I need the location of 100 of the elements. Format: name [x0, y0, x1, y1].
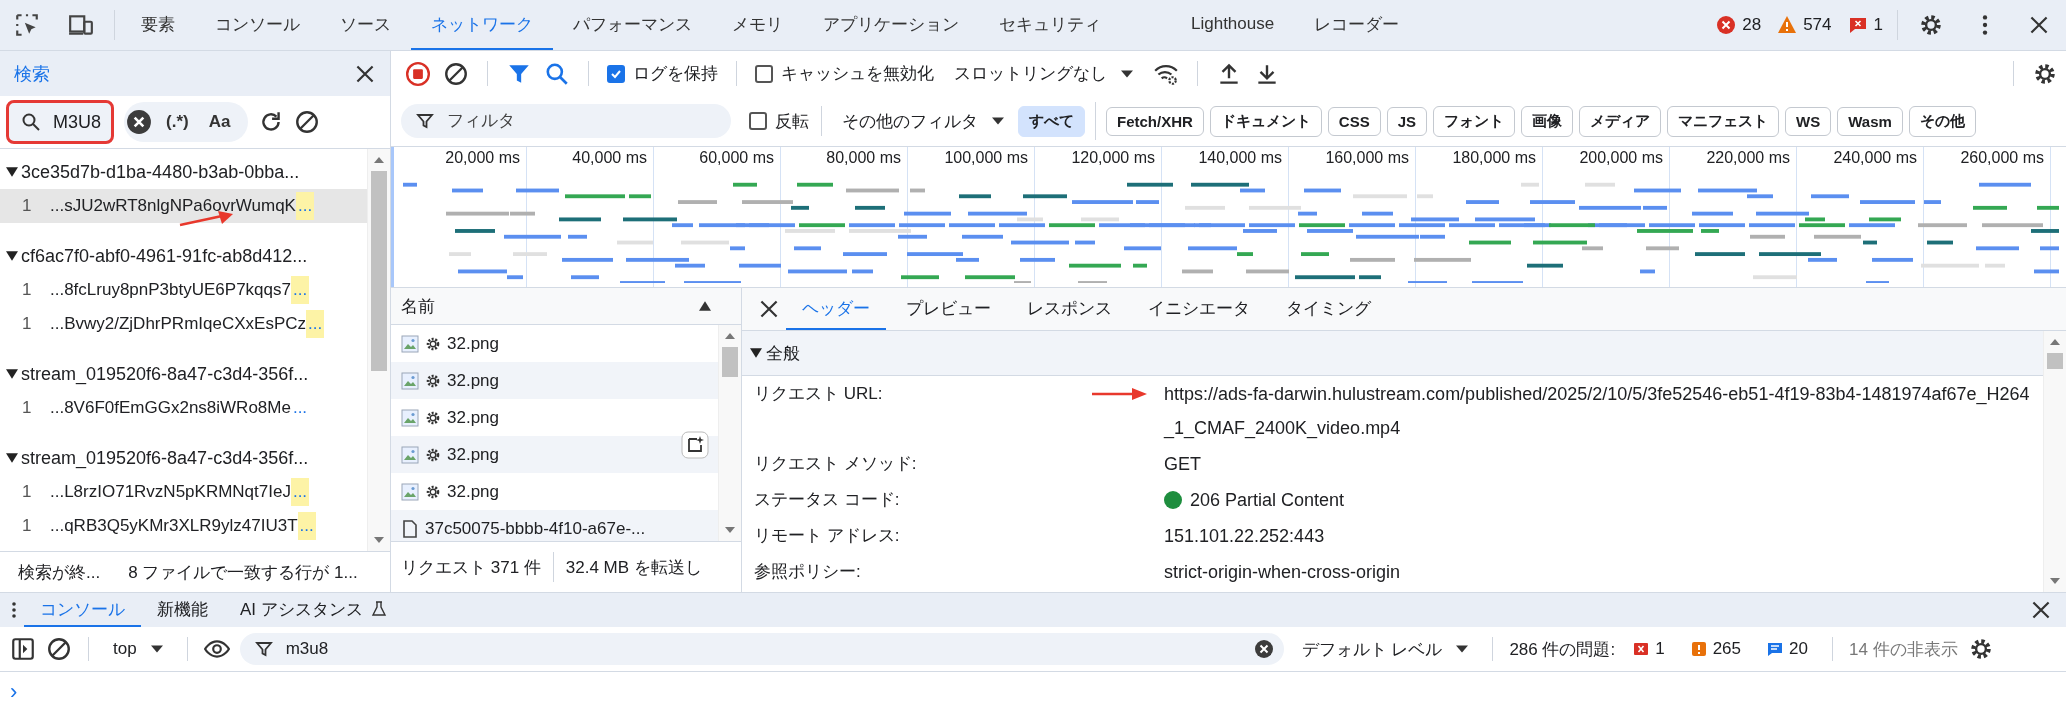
checkbox[interactable] — [755, 64, 773, 83]
drawer-tab[interactable]: 新機能 — [141, 593, 224, 627]
checkbox[interactable] — [607, 64, 625, 83]
details-tab[interactable]: レスポンス — [1011, 288, 1128, 330]
expand-triangle-icon[interactable] — [6, 166, 18, 178]
time-tick-label: 80,000 ms — [826, 149, 901, 168]
panel-tab[interactable]: 要素 — [121, 0, 195, 50]
panel-tab[interactable]: レコーダー — [1294, 0, 1420, 50]
header-value: strict-origin-when-cross-origin — [1164, 561, 1401, 584]
scroll-down-icon[interactable] — [2050, 578, 2060, 584]
result-file-name[interactable]: cf6ac7f0-abf0-4961-91fc-ab8d412... — [21, 245, 308, 267]
sort-ascending-icon[interactable] — [699, 301, 711, 311]
scroll-up-icon[interactable] — [725, 333, 735, 339]
type-filter-chip[interactable]: WS — [1785, 106, 1832, 136]
details-tab[interactable]: イニシエータ — [1132, 288, 1266, 330]
filter-field[interactable]: フィルタ — [401, 104, 731, 138]
request-count: リクエスト 371 件 — [401, 556, 541, 579]
issues-label: 286 件の問題: — [1509, 638, 1616, 661]
time-tick-label: 240,000 ms — [1833, 149, 1917, 168]
type-filter-chip[interactable]: Wasm — [1837, 106, 1903, 136]
panel-tab[interactable]: セキュリティ — [979, 0, 1121, 50]
search-result-row[interactable]: 1 ...Bvwy2/ZjDhrPRmIqeCXxEsPCz... — [0, 307, 367, 341]
scroll-up-icon[interactable] — [374, 157, 384, 163]
scroll-down-icon[interactable] — [374, 537, 384, 543]
search-result-row[interactable]: 1 ...sJU2wRT8nlgNPa6ovrWumqK... — [0, 189, 367, 223]
panel-tab[interactable]: コンソール — [195, 0, 320, 50]
type-filter-chip[interactable]: JS — [1386, 106, 1428, 136]
scrollbar-thumb[interactable] — [2047, 353, 2063, 369]
column-header[interactable]: 名前 — [401, 294, 435, 318]
request-name[interactable]: 32.png — [447, 333, 499, 354]
console-filter-field[interactable]: m3u8 — [239, 633, 1284, 665]
details-tab[interactable]: タイミング — [1270, 288, 1387, 330]
search-field[interactable]: M3U8 — [6, 100, 114, 144]
scrollbar[interactable] — [2043, 331, 2066, 592]
sparkle-button[interactable] — [681, 431, 709, 459]
settings-icon[interactable] — [1918, 12, 1944, 38]
throttling-dropdown[interactable]: スロットリングなし — [946, 62, 1141, 85]
request-name[interactable]: 32.png — [447, 407, 499, 428]
more-filters-dropdown[interactable]: その他のフィルタ — [834, 109, 1012, 133]
clear-icon[interactable] — [1253, 639, 1274, 659]
checkbox-label: キャッシュを無効化 — [781, 63, 934, 85]
section-title[interactable]: 全般 — [766, 341, 800, 365]
panel-tab[interactable]: Lighthouse — [1171, 0, 1295, 50]
request-name[interactable]: 32.png — [447, 481, 499, 502]
type-filter-chip[interactable]: CSS — [1327, 106, 1381, 136]
message-icon — [1847, 15, 1868, 35]
annotation-arrow — [1092, 387, 1148, 401]
checkbox[interactable] — [749, 112, 767, 130]
search-result-row[interactable]: 1 ...8fcLruy8pnP3btyUE6P7kqqs7... — [0, 273, 367, 307]
regex-toggle[interactable]: (.*) — [160, 112, 195, 132]
type-filter-chip[interactable]: フォント — [1433, 105, 1516, 137]
scrollbar[interactable] — [718, 325, 741, 541]
clear-icon[interactable] — [46, 636, 72, 662]
expand-triangle-icon[interactable] — [6, 368, 18, 380]
drawer-tab[interactable]: コンソール — [24, 593, 141, 627]
panel-tab[interactable]: パフォーマンス — [553, 0, 712, 50]
request-name[interactable]: 32.png — [447, 444, 499, 465]
type-filter-chip[interactable]: Fetch/XHR — [1106, 106, 1204, 136]
console-prompt[interactable]: › — [10, 679, 18, 705]
result-file-name[interactable]: stream_019520f6-8a47-c3d4-356f... — [21, 363, 309, 385]
device-toolbar-icon[interactable] — [68, 12, 94, 38]
context-dropdown[interactable]: top — [105, 639, 171, 659]
type-filter-chip[interactable]: メディア — [1579, 105, 1662, 137]
panel-tab[interactable]: メモリ — [712, 0, 803, 50]
scrollbar-thumb[interactable] — [722, 347, 738, 377]
type-filter-chip[interactable]: 画像 — [1521, 105, 1574, 137]
sidebar-toggle-icon[interactable] — [10, 636, 36, 662]
search-result-row[interactable]: 1 ...qRB3Q5yKMr3XLR9ylz47IU3T... — [0, 509, 367, 543]
panel-tab[interactable]: ネットワーク — [411, 0, 553, 50]
panel-tab[interactable]: アプリケーション — [803, 0, 979, 50]
panel-tab[interactable]: ソース — [320, 0, 411, 50]
result-file-name[interactable]: stream_019520f6-8a47-c3d4-356f... — [21, 447, 309, 469]
record-icon[interactable] — [405, 60, 431, 87]
result-file-name[interactable]: 3ce35d7b-d1ba-4480-b3ab-0bba... — [21, 161, 300, 183]
expand-triangle-icon[interactable] — [6, 452, 18, 464]
search-result-row[interactable]: 1 ...L8rzIO71RvzN5pKRMNqt7IeJ... — [0, 475, 367, 509]
scroll-down-icon[interactable] — [725, 527, 735, 533]
details-tab[interactable]: プレビュー — [890, 288, 1007, 330]
type-filter-chip[interactable]: ドキュメント — [1209, 105, 1322, 137]
cancel-icon[interactable] — [294, 109, 321, 135]
scroll-up-icon[interactable] — [2050, 339, 2060, 345]
type-filter-chip[interactable]: その他 — [1908, 105, 1976, 137]
type-filter-chip[interactable]: すべて — [1018, 105, 1085, 137]
clear-icon[interactable] — [443, 60, 469, 87]
match-case-toggle[interactable]: Aa — [202, 112, 237, 132]
scrollbar-thumb[interactable] — [371, 171, 387, 371]
count-label: 574 — [1803, 15, 1832, 35]
request-name[interactable]: 32.png — [447, 370, 499, 391]
expand-triangle-icon[interactable] — [750, 347, 762, 359]
error-icon — [1633, 641, 1650, 657]
drawer-tab[interactable]: AI アシスタンス — [224, 593, 403, 627]
type-filter-chip[interactable]: マニフェスト — [1667, 105, 1780, 137]
search-result-row[interactable]: 1 ...8V6F0fEmGGx2ns8iWRo8Me... — [0, 391, 367, 425]
image-file-icon — [401, 334, 419, 353]
scrollbar[interactable] — [367, 149, 390, 551]
log-levels-dropdown[interactable]: デフォルト レベル — [1293, 637, 1477, 661]
expand-triangle-icon[interactable] — [6, 250, 18, 262]
clear-icon[interactable] — [126, 109, 152, 135]
element-picker-icon[interactable] — [14, 12, 40, 38]
time-tick-label: 180,000 ms — [1452, 149, 1536, 168]
